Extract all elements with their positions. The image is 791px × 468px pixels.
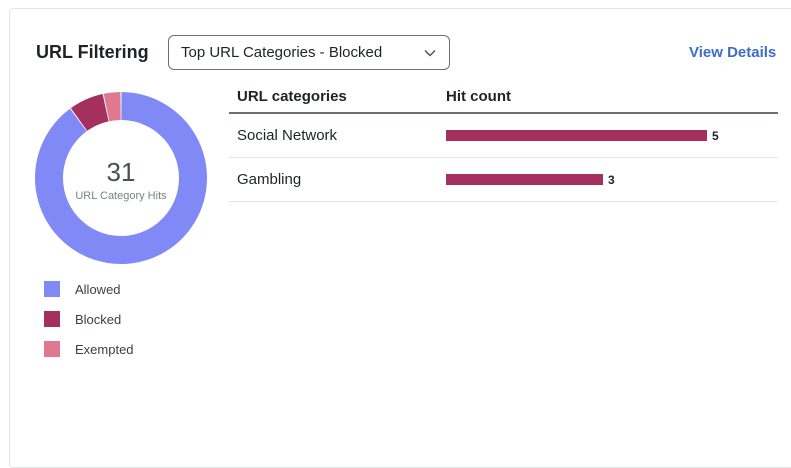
legend-swatch-blocked <box>44 311 60 327</box>
view-details-link[interactable]: View Details <box>689 44 776 61</box>
donut-center: 31 URL Category Hits <box>35 92 207 264</box>
column-header-category: URL categories <box>237 87 347 105</box>
legend-item-exempted: Exempted <box>44 334 134 364</box>
legend-label: Blocked <box>75 311 122 327</box>
hit-bar <box>446 130 707 141</box>
legend-label: Allowed <box>75 281 121 297</box>
category-cell: Gambling <box>237 171 302 188</box>
hit-value: 3 <box>608 172 615 187</box>
legend-swatch-allowed <box>44 281 60 297</box>
top-categories-table: URL categories Hit count Social Network … <box>229 80 778 202</box>
donut-caption: URL Category Hits <box>75 190 167 202</box>
donut-total: 31 <box>106 157 136 187</box>
legend-item-blocked: Blocked <box>44 304 134 334</box>
hits-cell: 3 <box>438 173 778 187</box>
hits-cell: 5 <box>438 129 778 143</box>
table-header: URL categories Hit count <box>229 80 778 114</box>
widget-title: URL Filtering <box>36 42 149 62</box>
column-header-hits: Hit count <box>446 87 511 105</box>
hit-value: 5 <box>712 128 719 143</box>
category-filter-dropdown[interactable]: Top URL Categories - Blocked <box>168 35 450 70</box>
hits-donut-chart: 31 URL Category Hits <box>34 92 207 264</box>
legend-item-allowed: Allowed <box>44 274 134 304</box>
category-cell: Social Network <box>237 127 338 144</box>
table-row: Gambling 3 <box>229 158 778 202</box>
donut-legend: Allowed Blocked Exempted <box>44 274 134 364</box>
hit-bar <box>446 174 603 185</box>
table-row: Social Network 5 <box>229 114 778 158</box>
dropdown-selected-value: Top URL Categories - Blocked <box>181 44 383 61</box>
legend-label: Exempted <box>75 341 134 357</box>
legend-swatch-exempted <box>44 341 60 357</box>
chevron-down-icon <box>424 49 436 56</box>
